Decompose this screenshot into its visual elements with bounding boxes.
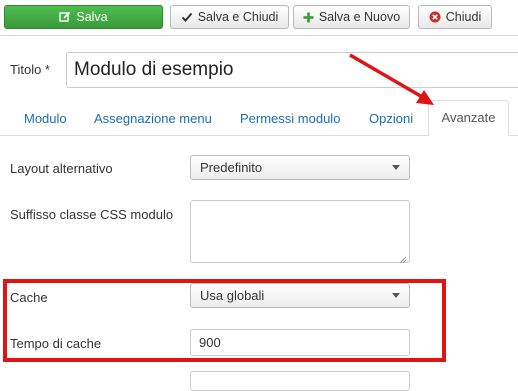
check-icon xyxy=(181,11,193,23)
css-suffix-label: Suffisso classe CSS modulo xyxy=(10,207,174,222)
close-label: Chiudi xyxy=(445,10,482,24)
tab-avanzate[interactable]: Avanzate xyxy=(428,100,509,136)
plus-icon xyxy=(303,12,314,23)
highlight-box xyxy=(3,279,446,362)
chevron-down-icon xyxy=(392,165,400,170)
save-and-new-button[interactable]: Salva e Nuovo xyxy=(293,5,410,29)
next-field-input[interactable] xyxy=(190,371,410,391)
close-circle-icon xyxy=(429,11,441,23)
layout-select[interactable]: Predefinito xyxy=(190,155,410,180)
annotation-arrow-icon xyxy=(349,53,434,105)
save-and-new-label: Salva e Nuovo xyxy=(318,10,401,24)
save-button-label: Salva xyxy=(76,10,108,24)
layout-label: Layout alternativo xyxy=(10,161,113,176)
save-button[interactable]: Salva xyxy=(4,5,163,29)
tab-modulo[interactable]: Modulo xyxy=(24,111,67,126)
title-label: Titolo * xyxy=(10,62,50,77)
layout-select-value: Predefinito xyxy=(200,160,263,175)
edit-icon xyxy=(59,11,71,23)
tab-permessi-modulo[interactable]: Permessi modulo xyxy=(240,111,340,126)
css-suffix-textarea[interactable] xyxy=(190,200,410,264)
resize-handle-icon[interactable] xyxy=(399,252,407,264)
save-and-close-button[interactable]: Salva e Chiudi xyxy=(170,5,289,29)
toolbar: Salva Salva e Chiudi Salva e Nuovo Chiud… xyxy=(0,0,518,36)
title-input[interactable] xyxy=(66,52,518,88)
tab-opzioni[interactable]: Opzioni xyxy=(369,111,413,126)
save-and-close-label: Salva e Chiudi xyxy=(197,10,279,24)
tab-assegnazione-menu[interactable]: Assegnazione menu xyxy=(94,111,212,126)
close-button[interactable]: Chiudi xyxy=(418,5,492,29)
